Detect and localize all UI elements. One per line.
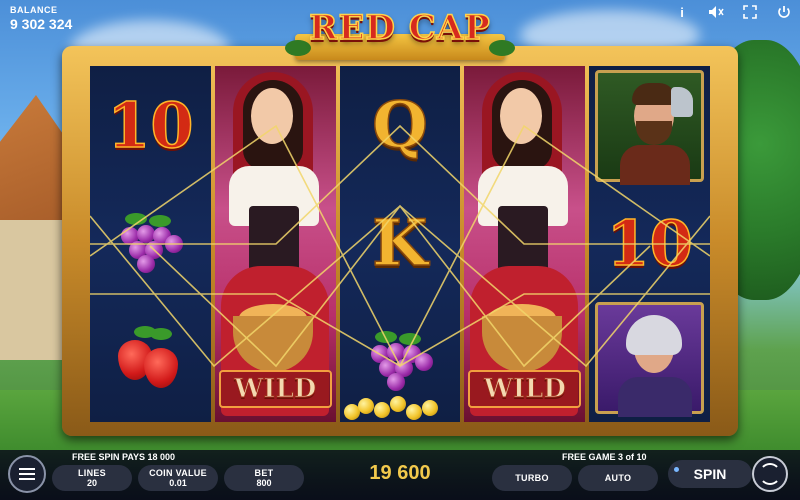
menu-button[interactable] [8,455,46,493]
symbol-strawberries [90,302,211,420]
win-amount: 19 600 [369,462,431,484]
axe-icon [671,87,693,117]
strawberry-icon [110,326,190,396]
menu-icon [19,468,35,480]
symbol-ten: 10 [606,206,694,281]
bet-value: 800 [256,478,272,488]
symbol-queen: Q [371,87,428,164]
top-icons: i [674,4,792,20]
coin-value-value: 0.01 [169,478,187,488]
reel-1: 10 [90,66,211,422]
reel-3: Q K [339,66,461,422]
logo-text: RED CAP [309,7,491,49]
red-cap-girl-wild [464,66,585,422]
red-cap-girl-wild [215,66,336,422]
symbol-ten: 10 [106,88,194,163]
spin-button[interactable]: SPIN [668,460,752,488]
balance-value: 9 302 324 [10,16,73,32]
woodsman-portrait [595,70,704,185]
reel-5: 10 [589,66,710,422]
coin-value-control[interactable]: COIN VALUE 0.01 [138,465,218,491]
spin-indicator [674,467,679,472]
symbol-grapes [90,184,211,302]
lines-label: LINES [77,468,106,478]
spin-label: SPIN [693,466,727,482]
info-icon[interactable]: i [674,4,690,20]
wild-label: WILD [218,370,332,408]
auto-label: AUTO [604,473,632,483]
reel-4: WILD [464,66,586,422]
turbo-label: TURBO [515,473,549,483]
refresh-icon [759,463,781,485]
grapes-icon [115,213,185,273]
wild-label: WILD [468,370,582,408]
bet-label: BET [254,468,274,478]
symbol-king: K [371,205,428,282]
coins-decoration [344,396,454,422]
bet-control[interactable]: BET 800 [224,465,304,491]
reels-grid: 10 WILD Q K WILD 10 [90,66,710,422]
grandmother-portrait [595,302,704,417]
auto-button[interactable]: AUTO [578,465,658,491]
balance-label: BALANCE [10,5,58,15]
coin-value-label: COIN VALUE [149,468,207,478]
sound-icon[interactable] [708,4,724,20]
power-icon[interactable] [776,4,792,20]
free-game-counter: FREE GAME 3 of 10 [562,452,647,462]
turbo-button[interactable]: TURBO [492,465,572,491]
fullscreen-icon[interactable] [742,4,758,20]
lines-value: 20 [86,478,97,488]
grapes-icon [365,331,435,391]
game-logo: RED CAP [285,4,515,68]
autospin-button[interactable] [752,456,788,492]
reel-2: WILD [214,66,336,422]
free-spin-pays: FREE SPIN PAYS 18 000 [72,452,176,462]
lines-control[interactable]: LINES 20 [52,465,132,491]
